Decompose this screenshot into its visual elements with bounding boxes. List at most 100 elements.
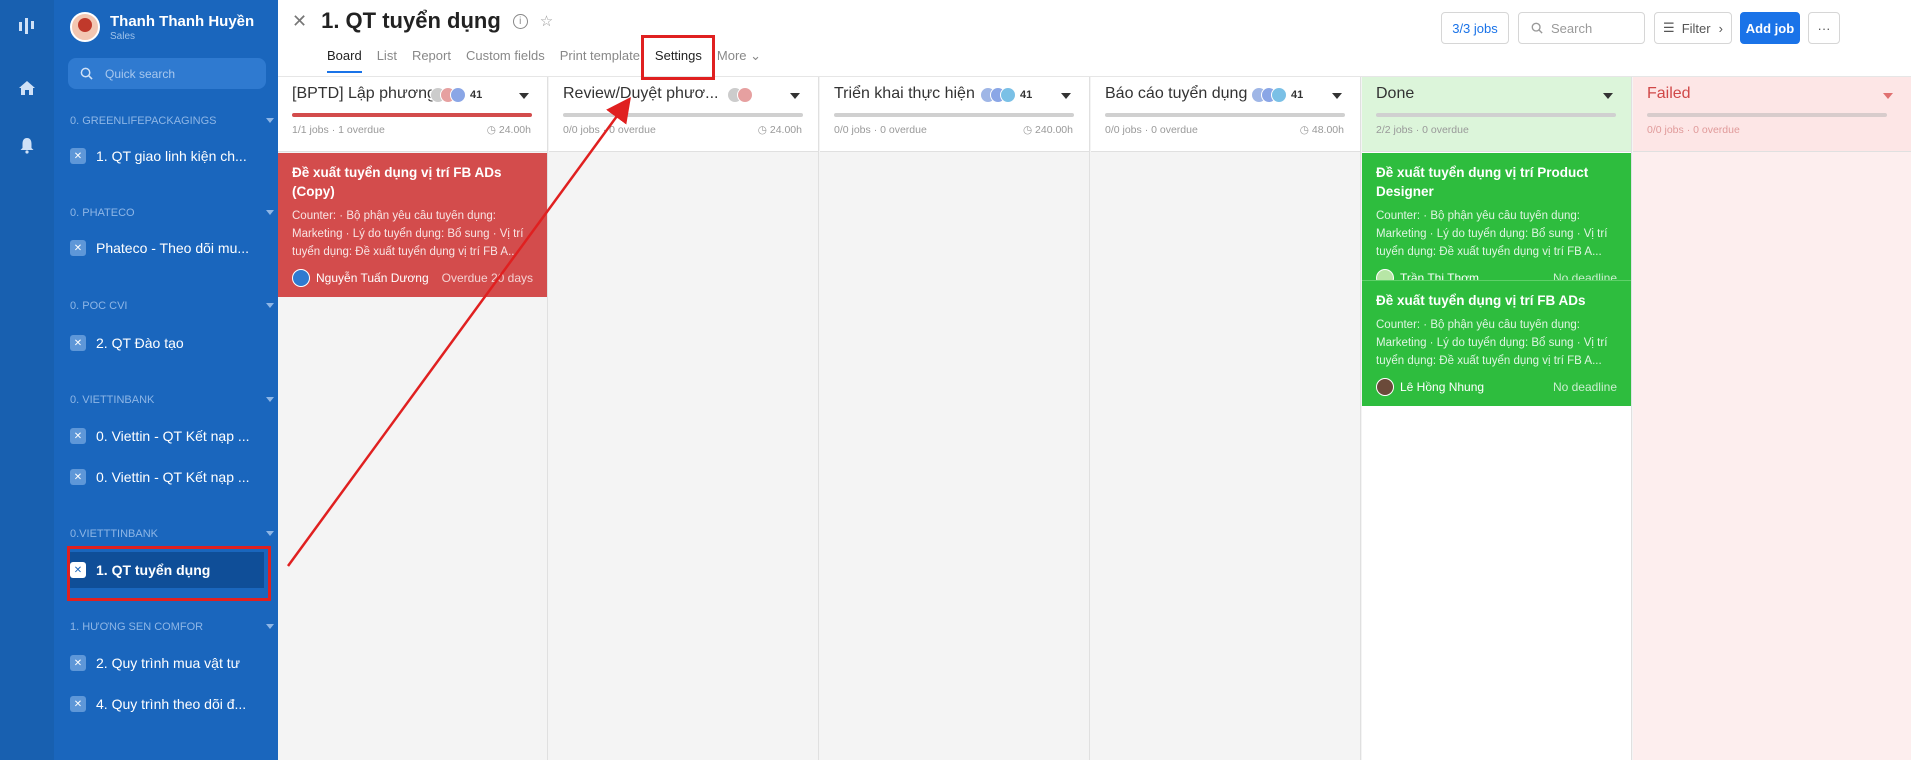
- avatar: [737, 87, 753, 103]
- avatar: [1376, 378, 1394, 396]
- page-title: 1. QT tuyển dụng: [321, 8, 501, 33]
- column-hours: ◷ 24.00h: [757, 124, 802, 136]
- group-label[interactable]: 0. POC CVI: [70, 300, 274, 312]
- column: [BPTD] Lập phương ... 41 1/1 jobs · 1 ov…: [278, 77, 548, 760]
- sidebar-item[interactable]: ✕ 0. Viettin - QT Kết nạp ...: [68, 418, 264, 454]
- column: Triển khai thực hiện 41 0/0 jobs · 0 ove…: [820, 77, 1090, 760]
- star-icon[interactable]: ☆: [540, 12, 553, 30]
- sidebar-item[interactable]: ✕ Phateco - Theo dõi mu...: [68, 230, 264, 266]
- chevron-down-icon[interactable]: [1883, 93, 1893, 99]
- member-count: 41: [1020, 89, 1033, 101]
- process-icon: ✕: [70, 655, 86, 671]
- sidebar-item[interactable]: ✕ 0. Viettin - QT Kết nạp ...: [68, 459, 264, 495]
- filter-label: Filter: [1681, 20, 1711, 36]
- avatar: [450, 87, 466, 103]
- quick-search-placeholder: Quick search: [105, 66, 176, 81]
- tab-custom-fields[interactable]: Custom fields: [466, 48, 545, 73]
- job-card[interactable]: Đề xuất tuyển dụng vị trí FB ADs Counter…: [1362, 280, 1631, 406]
- sidebar-item[interactable]: ✕ 2. Quy trình mua vật tư: [68, 645, 264, 681]
- card-deadline: Overdue 20 days: [441, 271, 533, 285]
- process-icon: ✕: [70, 335, 86, 351]
- sidebar-item[interactable]: ✕ 1. QT giao linh kiện ch...: [68, 138, 264, 174]
- chevron-down-icon[interactable]: [519, 93, 529, 99]
- kanban-board: [BPTD] Lập phương ... 41 1/1 jobs · 1 ov…: [278, 77, 1911, 760]
- home-icon[interactable]: [15, 76, 39, 100]
- card-title: Đề xuất tuyển dụng vị trí FB ADs (Copy): [292, 165, 502, 199]
- chevron-right-icon: ›: [1718, 20, 1723, 36]
- user-role: Sales: [110, 30, 136, 42]
- card-title: Đề xuất tuyển dụng vị trí FB ADs: [1376, 293, 1586, 308]
- group-label-text: 0. POC CVI: [70, 300, 128, 312]
- column-name: Failed: [1647, 85, 1691, 102]
- column-done: Done 2/2 jobs · 0 overdue Đề xuất tuyển …: [1362, 77, 1632, 760]
- filter-button[interactable]: ☰ Filter ›: [1654, 12, 1732, 44]
- quick-search-input[interactable]: Quick search: [68, 58, 266, 89]
- group-label[interactable]: 0. PHATECO: [70, 207, 274, 219]
- column-header[interactable]: Done 2/2 jobs · 0 overdue: [1362, 77, 1631, 152]
- group-label[interactable]: 0. VIETTINBANK: [70, 394, 274, 406]
- tab-print-template[interactable]: Print template: [560, 48, 640, 73]
- sidebar-item-label: 2. Quy trình mua vật tư: [96, 655, 240, 671]
- annotation-highlight-settings: [641, 35, 715, 80]
- search-icon: [1531, 22, 1543, 34]
- chevron-down-icon[interactable]: [1332, 93, 1342, 99]
- chevron-down-icon[interactable]: [1061, 93, 1071, 99]
- chevron-down-icon[interactable]: [1603, 93, 1613, 99]
- avatar: [1000, 87, 1016, 103]
- user-name: Thanh Thanh Huyền: [110, 12, 255, 30]
- sidebar-item-label: 2. QT Đào tạo: [96, 335, 184, 351]
- tab-report[interactable]: Report: [412, 48, 451, 73]
- more-button[interactable]: ···: [1808, 12, 1840, 44]
- job-card[interactable]: Đề xuất tuyển dụng vị trí Product Design…: [1362, 153, 1631, 297]
- logo-icon[interactable]: [15, 14, 39, 38]
- column-header[interactable]: Failed 0/0 jobs · 0 overdue: [1633, 77, 1911, 152]
- sidebar: Thanh Thanh Huyền Sales Quick search 0. …: [54, 0, 278, 760]
- progress-bar: [1376, 113, 1616, 117]
- search-input[interactable]: Search: [1518, 12, 1645, 44]
- group-label[interactable]: 0. GREENLIFEPACKAGINGS: [70, 115, 274, 127]
- column-members[interactable]: 41: [980, 87, 1032, 103]
- column-header[interactable]: [BPTD] Lập phương ... 41 1/1 jobs · 1 ov…: [278, 77, 547, 152]
- progress-bar: [563, 113, 803, 117]
- bell-icon[interactable]: [15, 133, 39, 157]
- column-members[interactable]: 41: [1251, 87, 1303, 103]
- column-stats: 0/0 jobs · 0 overdue: [1647, 124, 1740, 136]
- user-profile[interactable]: Thanh Thanh Huyền Sales: [70, 12, 254, 42]
- chevron-down-icon: [266, 531, 274, 536]
- jobs-count-button[interactable]: 3/3 jobs: [1441, 12, 1509, 44]
- group-label-text: 0. GREENLIFEPACKAGINGS: [70, 115, 217, 127]
- column-header[interactable]: Triển khai thực hiện 41 0/0 jobs · 0 ove…: [820, 77, 1089, 152]
- column-header[interactable]: Báo cáo tuyển dụng 41 0/0 jobs · 0 overd…: [1091, 77, 1360, 152]
- column-hours: ◷ 240.00h: [1022, 124, 1073, 136]
- sidebar-item-label: 1. QT giao linh kiện ch...: [96, 148, 247, 164]
- job-card[interactable]: Đề xuất tuyển dụng vị trí FB ADs (Copy) …: [278, 153, 547, 297]
- group-label[interactable]: 1. HƯƠNG SEN COMFOR: [70, 621, 274, 633]
- column-members[interactable]: 41: [430, 87, 482, 103]
- member-count: 41: [470, 89, 483, 101]
- chevron-down-icon[interactable]: [790, 93, 800, 99]
- column-hours-value: 24.00h: [498, 124, 531, 136]
- process-icon: ✕: [70, 240, 86, 256]
- column-stats: 2/2 jobs · 0 overdue: [1376, 124, 1469, 136]
- tab-board[interactable]: Board: [327, 48, 362, 73]
- column-name: Done: [1376, 85, 1415, 102]
- column-stats: 1/1 jobs · 1 overdue: [292, 124, 385, 136]
- column-name: Triển khai thực hiện: [834, 85, 975, 102]
- add-job-button[interactable]: Add job: [1740, 12, 1800, 44]
- tab-list[interactable]: List: [377, 48, 397, 73]
- group-label[interactable]: 0.VIETTTINBANK: [70, 528, 274, 540]
- chevron-down-icon: [266, 303, 274, 308]
- card-description: Counter: · Bộ phận yêu cầu tuyển dụng: M…: [292, 210, 524, 258]
- progress-bar: [292, 113, 532, 117]
- group-label-text: 0. VIETTINBANK: [70, 394, 155, 406]
- tab-more[interactable]: More: [717, 48, 761, 73]
- column-members[interactable]: [727, 87, 753, 103]
- sidebar-item[interactable]: ✕ 2. QT Đào tạo: [68, 325, 264, 361]
- group-label-text: 1. HƯƠNG SEN COMFOR: [70, 621, 204, 633]
- sidebar-item[interactable]: ✕ 4. Quy trình theo dõi đ...: [68, 686, 264, 722]
- card-description: Counter: · Bộ phận yêu cầu tuyển dụng: M…: [1376, 210, 1608, 258]
- progress-bar: [1105, 113, 1345, 117]
- column-header[interactable]: Review/Duyệt phươ... 0/0 jobs · 0 overdu…: [549, 77, 818, 152]
- column-name: Review/Duyệt phươ...: [563, 85, 719, 102]
- info-icon[interactable]: i: [512, 13, 528, 29]
